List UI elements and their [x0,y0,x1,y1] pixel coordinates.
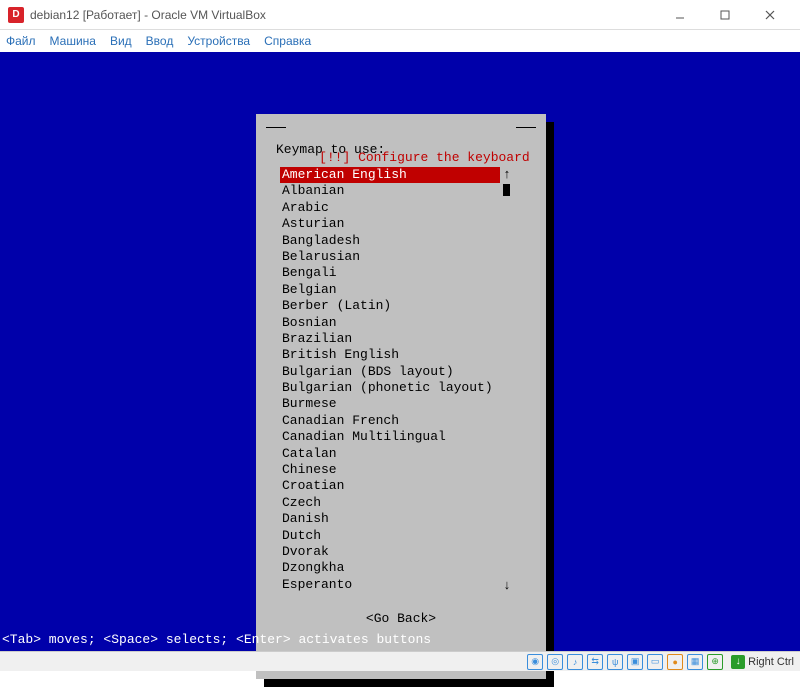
window-titlebar: D debian12 [Работает] - Oracle VM Virtua… [0,0,800,30]
optical-drive-icon[interactable]: ◎ [547,654,563,670]
minimize-button[interactable] [657,1,702,29]
menu-machine[interactable]: Машина [50,34,96,48]
keymap-option[interactable]: Czech [280,495,500,511]
menu-view[interactable]: Вид [110,34,132,48]
keymap-option[interactable]: Bengali [280,265,500,281]
keymap-option[interactable]: Bangladesh [280,233,500,249]
go-back-button[interactable]: <Go Back> [266,611,536,626]
keymap-option[interactable]: Catalan [280,446,500,462]
keymap-option[interactable]: Belgian [280,282,500,298]
hard-disk-icon[interactable]: ◉ [527,654,543,670]
scroll-thumb [503,184,510,196]
keymap-option[interactable]: Canadian French [280,413,500,429]
keymap-option[interactable]: Burmese [280,396,500,412]
scroll-up-arrow-icon: ↑ [503,167,511,182]
keymap-option[interactable]: Dvorak [280,544,500,560]
menu-devices[interactable]: Устройства [187,34,250,48]
display-icon[interactable]: ▭ [647,654,663,670]
keymap-option[interactable]: Bosnian [280,315,500,331]
keymap-option[interactable]: Croatian [280,478,500,494]
dialog-title: [!!] Configure the keyboard [315,150,534,165]
cpu-icon[interactable]: ▦ [687,654,703,670]
mouse-integration-icon[interactable]: ⊕ [707,654,723,670]
usb-icon[interactable]: ψ [607,654,623,670]
dialog-title-row: [!!] Configure the keyboard [266,120,536,134]
menu-input[interactable]: Ввод [146,34,174,48]
host-key-indicator: ↓ Right Ctrl [731,655,794,669]
network-icon[interactable]: ⇆ [587,654,603,670]
keymap-option[interactable]: Bulgarian (BDS layout) [280,364,500,380]
window-title: debian12 [Работает] - Oracle VM VirtualB… [30,8,266,22]
keymap-option[interactable]: Dutch [280,528,500,544]
audio-icon[interactable]: ♪ [567,654,583,670]
keymap-option[interactable]: Dzongkha [280,560,500,576]
keymap-option[interactable]: Canadian Multilingual [280,429,500,445]
keymap-list[interactable]: American EnglishAlbanianArabicAsturianBa… [280,167,500,593]
shared-folders-icon[interactable]: ▣ [627,654,643,670]
keymap-option[interactable]: Berber (Latin) [280,298,500,314]
keymap-option[interactable]: Arabic [280,200,500,216]
keyboard-config-dialog: [!!] Configure the keyboard Keymap to us… [256,114,546,679]
menu-file[interactable]: Файл [6,34,36,48]
app-icon: D [8,7,24,23]
keymap-option[interactable]: Danish [280,511,500,527]
maximize-button[interactable] [702,1,747,29]
footer-hint: <Tab> moves; <Space> selects; <Enter> ac… [2,632,431,647]
keymap-option[interactable]: Belarusian [280,249,500,265]
vm-screen: [!!] Configure the keyboard Keymap to us… [0,52,800,651]
keymap-option[interactable]: Esperanto [280,577,500,593]
keymap-option[interactable]: British English [280,347,500,363]
menubar: Файл Машина Вид Ввод Устройства Справка [0,30,800,52]
keymap-option[interactable]: Brazilian [280,331,500,347]
keymap-option[interactable]: Chinese [280,462,500,478]
recording-icon[interactable]: ● [667,654,683,670]
scroll-indicator: ↑ ↓ [500,167,514,593]
host-key-label: Right Ctrl [748,656,794,668]
statusbar: ◉ ◎ ♪ ⇆ ψ ▣ ▭ ● ▦ ⊕ ↓ Right Ctrl [0,651,800,671]
window-controls [657,1,792,29]
close-button[interactable] [747,1,792,29]
keymap-option[interactable]: Asturian [280,216,500,232]
keymap-option[interactable]: Bulgarian (phonetic layout) [280,380,500,396]
host-key-arrow-icon: ↓ [731,655,745,669]
menu-help[interactable]: Справка [264,34,311,48]
scroll-down-arrow-icon: ↓ [503,578,511,593]
